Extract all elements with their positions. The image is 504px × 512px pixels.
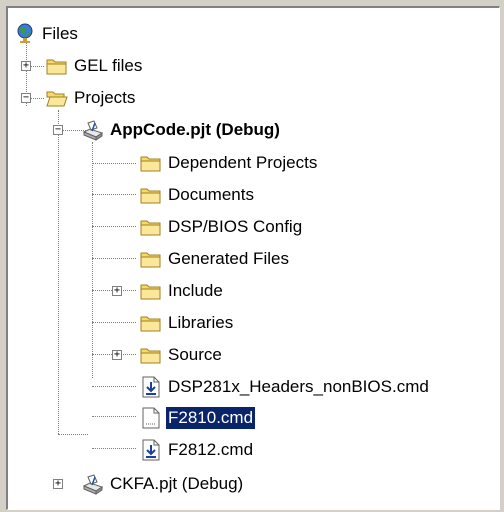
tree-item-label: DSP281x_Headers_nonBIOS.cmd [168, 377, 429, 396]
tree-item-f2812-cmd[interactable]: F2812.cmd [8, 434, 408, 466]
tree-item-label: AppCode.pjt (Debug) [110, 120, 280, 139]
folder-icon [140, 252, 161, 268]
cmd-file-icon [142, 439, 160, 461]
tree-item-label: DSP/BIOS Config [168, 217, 303, 236]
expand-button[interactable]: + [112, 286, 122, 296]
folder-icon [140, 316, 161, 332]
project-tree: Files + GEL files − Projects − AppCode.p… [8, 8, 499, 509]
tree-item-label: CKFA.pjt (Debug) [110, 474, 244, 493]
tree-item-label: Dependent Projects [168, 153, 318, 172]
expand-button[interactable]: + [53, 479, 63, 489]
expand-button[interactable]: + [112, 350, 122, 360]
tree-root-label: Files [42, 24, 78, 43]
folder-icon [140, 220, 161, 236]
tree-item-label: F2812.cmd [168, 440, 254, 459]
folder-icon [140, 156, 161, 172]
expand-button[interactable]: + [21, 61, 31, 71]
tree-item-label: GEL files [74, 56, 143, 75]
tree-item-label-selected: F2810.cmd [164, 406, 257, 430]
collapse-button[interactable]: − [21, 93, 31, 103]
tree-item-label: Source [168, 345, 222, 364]
tree-item-appcode-project[interactable]: − AppCode.pjt (Debug) [8, 114, 408, 146]
tree-item-documents[interactable]: Documents [8, 179, 408, 211]
folder-icon [140, 188, 161, 204]
tree-item-dsp-bios-config[interactable]: DSP/BIOS Config [8, 211, 408, 243]
tree-item-projects[interactable]: − Projects [8, 82, 208, 114]
tree-item-include[interactable]: + Include [8, 275, 408, 307]
tree-item-dsp281x-headers-cmd[interactable]: DSP281x_Headers_nonBIOS.cmd [8, 371, 499, 403]
tree-item-label: Libraries [168, 313, 234, 332]
project-icon [82, 474, 104, 495]
tree-item-generated-files[interactable]: Generated Files [8, 243, 408, 275]
cmd-file-icon [142, 376, 160, 398]
folder-icon [140, 348, 161, 364]
tree-item-label: Documents [168, 185, 254, 204]
text-file-icon [142, 407, 160, 429]
tree-root-files[interactable]: Files [8, 18, 208, 50]
globe-icon [17, 23, 33, 43]
folder-icon [140, 284, 161, 300]
file-view-pane: Files + GEL files − Projects − AppCode.p… [6, 6, 500, 510]
tree-item-label: Include [168, 281, 223, 300]
tree-item-label: Generated Files [168, 249, 289, 268]
tree-item-ckfa-project[interactable]: + CKFA.pjt (Debug) [8, 468, 408, 500]
collapse-button[interactable]: − [53, 125, 63, 135]
project-icon [82, 120, 104, 141]
folder-icon [46, 59, 67, 75]
tree-item-libraries[interactable]: Libraries [8, 307, 408, 339]
tree-item-gel-files[interactable]: + GEL files [8, 50, 208, 82]
tree-item-dependent-projects[interactable]: Dependent Projects [8, 147, 408, 179]
open-folder-icon [46, 91, 68, 107]
tree-item-source[interactable]: + Source [8, 339, 408, 371]
tree-item-f2810-cmd[interactable]: F2810.cmd [8, 402, 408, 434]
tree-item-label: Projects [74, 88, 136, 107]
